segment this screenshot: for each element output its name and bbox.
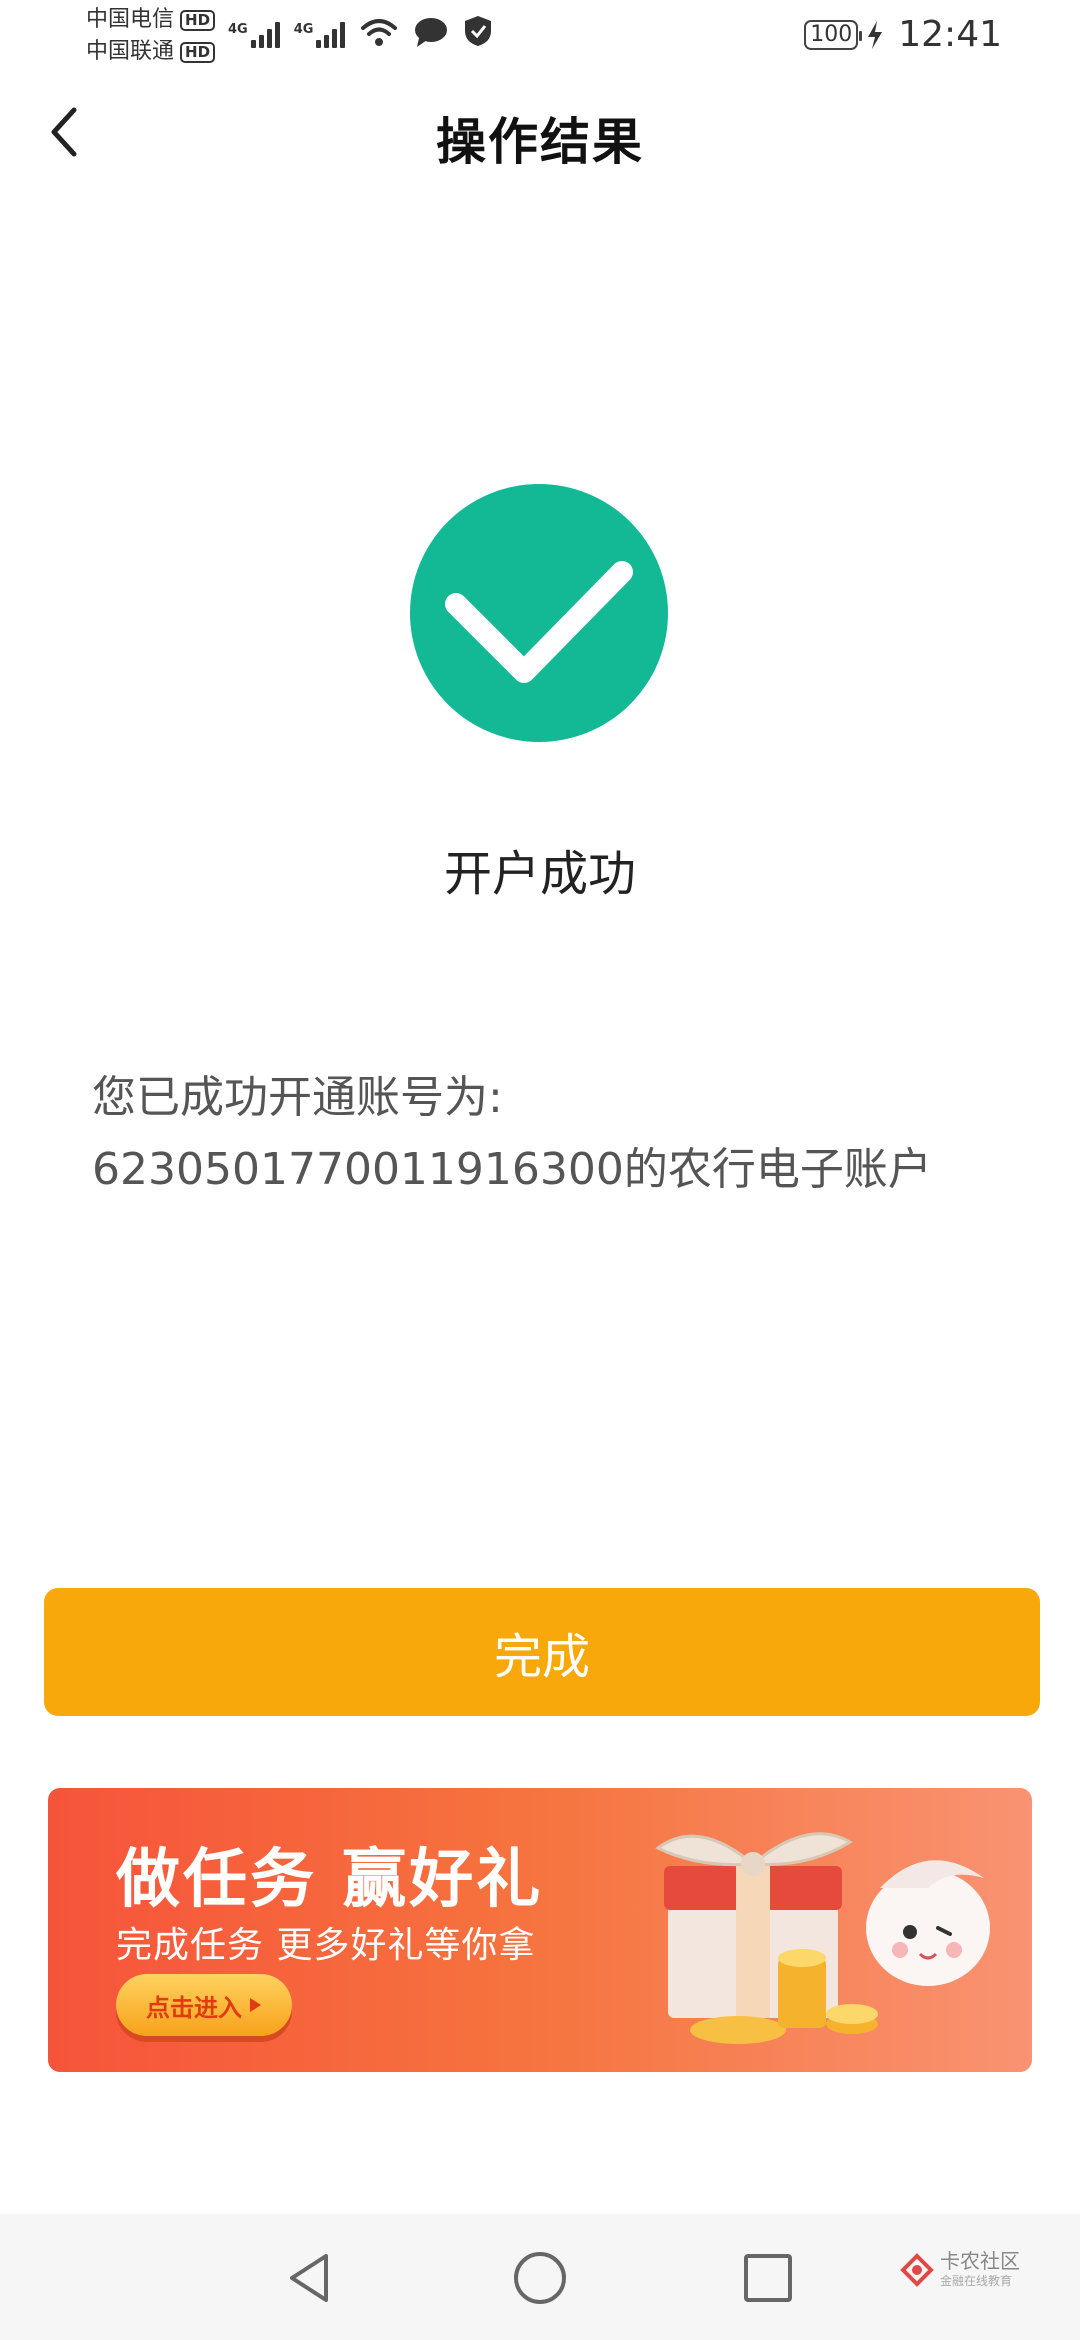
network-type-1: 4G [228,22,248,37]
triangle-back-icon [290,2254,328,2302]
carrier-line-1: 中国电信 HD [86,4,216,36]
promo-button-label: 点击进入 [146,1993,242,2022]
navigation-bar: 操作结果 [0,80,1080,190]
signal-1-icon: 4G [228,22,280,48]
hd-badge-2: HD [180,41,216,63]
success-circle [410,484,668,742]
watermark-subtitle: 金融在线教育 [940,2274,1013,2288]
shield-check-icon [465,16,492,46]
charging-bolt-icon [868,20,883,49]
square-recents-icon [744,2254,792,2302]
carrier-info: 中国电信 HD 中国联通 HD [86,4,216,68]
wifi-icon [361,19,398,46]
watermark-logo-icon [900,2252,934,2287]
battery-indicator: 100 [804,19,863,50]
message-icon [415,18,448,47]
circle-home-icon [514,2252,566,2304]
checkmark-icon [445,561,633,683]
promo-title: 做任务 赢好礼 [116,1843,544,1917]
status-right: 100 12:41 [804,14,1002,55]
watermark-name: 卡农社区 [940,2249,1020,2273]
system-home-button[interactable] [510,2248,570,2308]
gift-box-illustration [655,1832,990,2044]
carrier-1-name: 中国电信 [86,7,175,32]
hd-badge-1: HD [180,9,216,31]
clock: 12:41 [898,14,1002,55]
signal-indicators: 4G 4G [228,14,493,48]
play-arrow-icon [250,1998,261,2012]
done-button[interactable]: 完成 [44,1588,1040,1716]
carrier-line-2: 中国联通 HD [86,36,216,68]
result-message-line-2: 6230501770011916300的农行电子账户 [92,1144,932,1195]
carrier-2-name: 中国联通 [86,39,175,64]
network-type-2: 4G [293,22,314,37]
watermark: 卡农社区 金融在线教育 [900,2250,1020,2289]
promo-banner[interactable]: 做任务 赢好礼 完成任务 更多好礼等你拿 点击进入 [48,1788,1032,2072]
result-status: 开户成功 [443,846,636,902]
status-bar: 中国电信 HD 中国联通 HD 4G 4G 100 12:41 [0,0,1080,70]
system-navigation-bar: 卡农社区 金融在线教育 [0,2214,1080,2340]
promo-subtitle: 完成任务 更多好礼等你拿 [116,1925,536,1966]
page-title: 操作结果 [436,113,644,171]
watermark-text: 卡农社区 金融在线教育 [940,2250,1020,2289]
system-back-button[interactable] [280,2248,340,2308]
result-message-line-1: 您已成功开通账号为: [92,1072,503,1123]
system-recents-button[interactable] [738,2248,798,2308]
promo-enter-button[interactable]: 点击进入 [116,1974,292,2036]
result-message: 您已成功开通账号为: 6230501770011916300的农行电子账户 [92,1062,1012,1206]
signal-2-icon: 4G [294,22,346,48]
